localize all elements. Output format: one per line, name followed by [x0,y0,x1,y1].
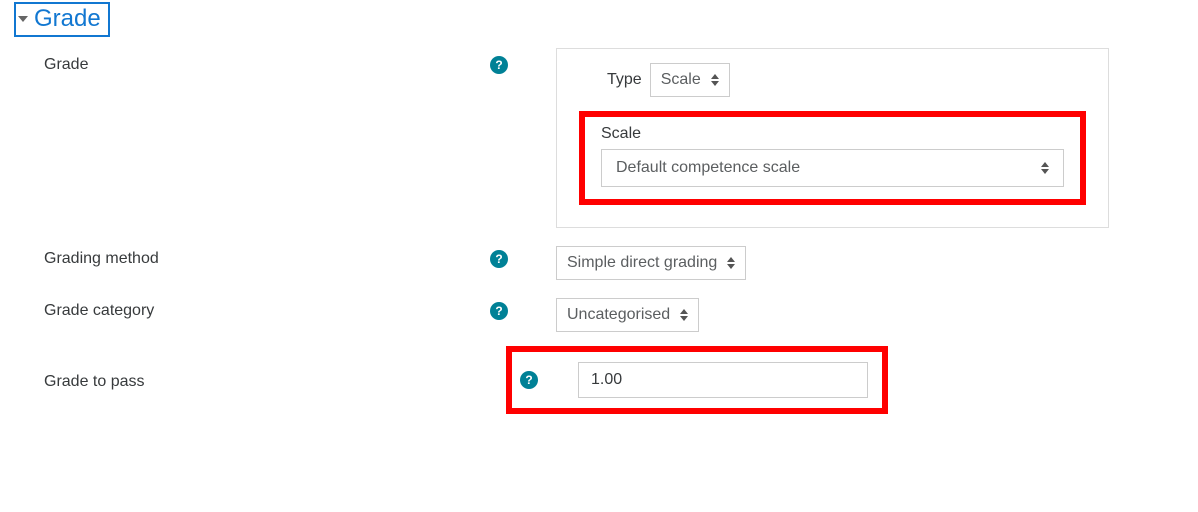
select-grade-category-value: Uncategorised [567,306,670,324]
help-icon[interactable]: ? [490,250,508,268]
label-grading-method: Grading method [14,246,484,268]
caret-down-icon [18,16,28,22]
select-grading-method[interactable]: Simple direct grading [556,246,746,280]
sort-icon [680,309,688,321]
highlight-scale: Scale Default competence scale [579,111,1086,205]
select-scale[interactable]: Default competence scale [601,149,1064,187]
label-grade-to-pass: Grade to pass [14,369,484,391]
label-scale: Scale [601,125,1064,143]
sort-icon [727,257,735,269]
label-grade: Grade [14,52,484,74]
label-grade-category: Grade category [14,298,484,320]
section-title[interactable]: Grade [34,5,101,34]
section-toggle-grade[interactable]: Grade [14,2,110,37]
select-grade-category[interactable]: Uncategorised [556,298,699,332]
input-grade-to-pass[interactable] [578,362,868,398]
grade-settings-box: Type Scale Scale Default competence scal… [556,48,1109,228]
select-grading-method-value: Simple direct grading [567,254,717,272]
sort-icon [711,74,719,86]
select-grade-type[interactable]: Scale [650,63,730,97]
help-icon[interactable]: ? [490,56,508,74]
help-icon[interactable]: ? [520,371,538,389]
select-grade-type-value: Scale [661,71,701,89]
select-scale-value: Default competence scale [616,159,800,177]
sort-icon [1041,162,1049,174]
label-type: Type [607,71,642,89]
help-icon[interactable]: ? [490,302,508,320]
highlight-grade-to-pass: ? [506,346,888,414]
